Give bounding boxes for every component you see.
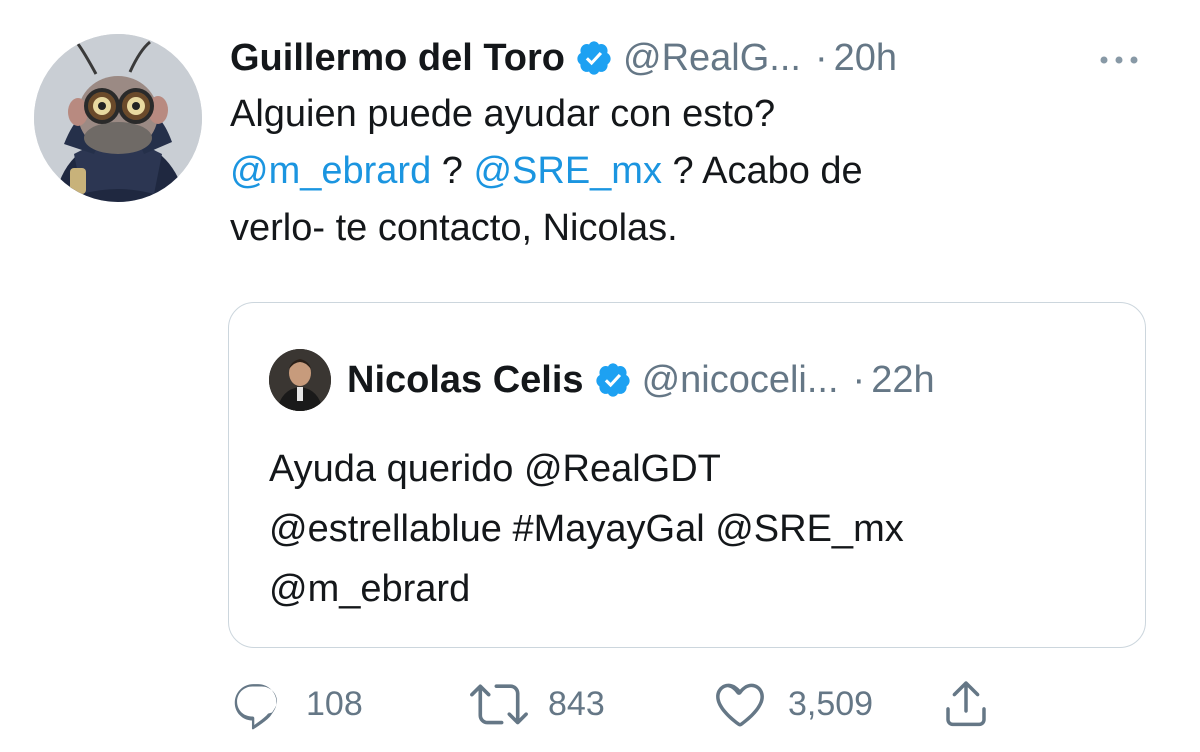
quoted-tweet[interactable]: Nicolas Celis @nicoceli... · 22h Ayuda q… [228, 302, 1146, 648]
tweet-actions: 108 843 3,509 [230, 672, 1030, 736]
quoted-author-avatar-image [269, 349, 331, 411]
tweet-text: Alguien puede ayudar con esto? @m_ebrard… [230, 86, 1170, 257]
quoted-tweet-timestamp[interactable]: 22h [871, 359, 934, 402]
quoted-line-2: @estrellablue #MayayGal @SRE_mx [269, 508, 904, 550]
quoted-line-3: @m_ebrard [269, 568, 471, 610]
verified-badge-icon [577, 41, 611, 75]
quoted-author-avatar [269, 349, 331, 411]
header-separator: · [814, 36, 828, 79]
quoted-tweet-header: Nicolas Celis @nicoceli... · 22h [269, 349, 935, 411]
mention-sre-mx[interactable]: @SRE_mx [473, 150, 662, 192]
share-button[interactable] [938, 672, 994, 736]
reply-count: 108 [306, 684, 363, 723]
like-icon [716, 683, 764, 727]
like-count: 3,509 [788, 684, 874, 723]
quoted-author-name[interactable]: Nicolas Celis [347, 359, 584, 402]
author-avatar-image [34, 34, 202, 202]
tweet-line-2: @m_ebrard ? @SRE_mx ? Acabo de [230, 143, 1170, 200]
tweet-body: Guillermo del Toro @RealG... · 20h Algui… [230, 30, 1170, 257]
tweet-separator-2: ? Acabo de [661, 150, 863, 192]
quoted-author-handle[interactable]: @nicoceli... [642, 359, 839, 402]
retweet-button[interactable]: 843 [470, 672, 605, 736]
verified-badge-icon [595, 363, 630, 397]
tweet-line-3: verlo- te contacto, Nicolas. [230, 207, 678, 249]
retweet-count: 843 [548, 684, 605, 723]
retweet-icon [470, 684, 528, 725]
quoted-tweet-text: Ayuda querido @RealGDT @estrellablue #Ma… [269, 439, 1109, 619]
author-avatar[interactable] [34, 34, 202, 202]
tweet-timestamp[interactable]: 20h [834, 37, 897, 80]
share-icon [946, 681, 986, 727]
reply-button[interactable]: 108 [230, 672, 363, 736]
tweet-line-1: Alguien puede ayudar con esto? [230, 93, 776, 135]
reply-icon [234, 684, 278, 730]
quoted-header-separator: · [852, 358, 866, 401]
author-handle[interactable]: @RealG... [623, 37, 801, 80]
mention-m-ebrard[interactable]: @m_ebrard [230, 150, 431, 192]
quoted-line-1: Ayuda querido @RealGDT [269, 448, 721, 490]
author-name[interactable]: Guillermo del Toro [230, 37, 565, 80]
like-button[interactable]: 3,509 [712, 672, 873, 736]
more-icon[interactable] [1096, 46, 1142, 74]
tweet-separator-1: ? [431, 150, 474, 192]
tweet-header: Guillermo del Toro @RealG... · 20h [230, 30, 1170, 86]
